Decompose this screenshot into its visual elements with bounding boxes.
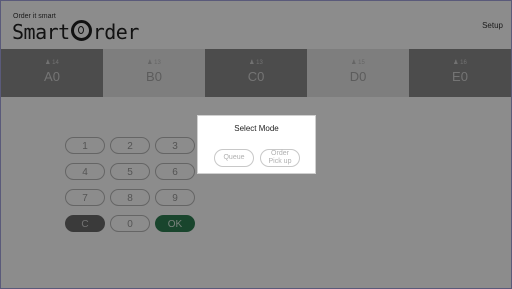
app-window: Order it smart Smart rder Setup ♟ 14 A0 ♟…	[0, 0, 512, 289]
dialog-title: Select Mode	[234, 124, 279, 133]
queue-mode-button[interactable]: Queue	[214, 149, 254, 167]
order-pickup-mode-button[interactable]: Order Pick up	[260, 149, 300, 167]
select-mode-dialog: Select Mode Queue Order Pick up	[197, 115, 316, 174]
